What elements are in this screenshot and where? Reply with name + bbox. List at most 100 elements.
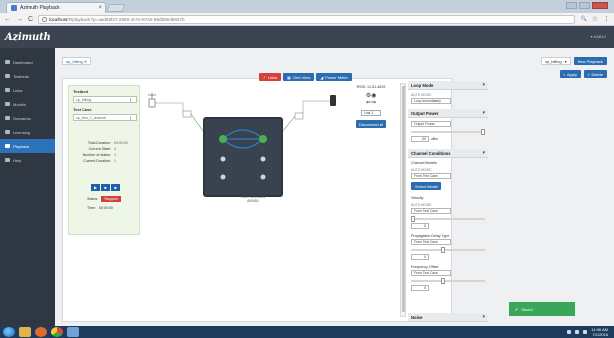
output-power-input[interactable]: -20 — [411, 136, 429, 142]
channel-models-sublabel: AUTO MODE — [411, 168, 432, 172]
select-model-button[interactable]: Select Model — [411, 182, 441, 190]
playback-buttons: ▶ ■ ■ — [91, 184, 120, 191]
chassis-label: RMC 123-4556 ANSB1 — [240, 195, 266, 203]
play-button[interactable]: ▶ — [91, 184, 100, 191]
velocity-slider[interactable] — [411, 216, 485, 222]
meter-icon: ◢ — [320, 74, 324, 80]
noise-section: Noise ▾ — [408, 313, 488, 322]
port-icon[interactable] — [294, 112, 304, 120]
testbed-select[interactable]: cp_billing — [73, 96, 137, 103]
chevron-down-icon — [130, 116, 135, 120]
time-label: Time: — [87, 206, 96, 210]
delay-slider[interactable] — [411, 247, 485, 253]
disconnect-button[interactable]: Disconnect ⇄ — [356, 120, 386, 128]
output-power-slider[interactable] — [411, 129, 485, 135]
favicon-icon — [11, 5, 17, 11]
tray-network-icon[interactable] — [575, 330, 580, 334]
user-menu[interactable]: ▾ AAB12 — [591, 34, 606, 39]
velocity-input[interactable]: 0 — [411, 223, 429, 229]
azimuth-logo: Azimuth — [5, 31, 51, 43]
explorer-icon[interactable] — [19, 327, 31, 337]
stat-total-duration: Total Duration: 00:00:00 — [87, 141, 128, 145]
link-select[interactable]: Link 1 — [361, 110, 381, 116]
apply-button[interactable]: ▪ Apply — [559, 70, 582, 78]
browser-tab[interactable]: Azimuth Playback × — [6, 2, 106, 13]
start-button[interactable] — [3, 327, 15, 337]
bookmark-star-icon[interactable]: ☆ — [592, 16, 598, 23]
output-power-header[interactable]: Output Power ▾ — [408, 109, 488, 118]
freq-offset-select[interactable]: From Test Case — [411, 270, 451, 276]
new-tab-button[interactable] — [106, 4, 126, 12]
velocity-select[interactable]: From Test Case — [411, 208, 451, 214]
port-icon[interactable] — [182, 110, 192, 118]
sidebar-item-scenarios[interactable]: Scenarios — [0, 111, 55, 125]
zoom-icon[interactable]: 🔍 — [580, 16, 586, 22]
noise-header[interactable]: Noise ▾ — [408, 313, 488, 322]
unit-label: dBm — [431, 137, 438, 141]
settings-column: Loop Mode ▾ AUTO MODE Loop Immediately Ou… — [408, 81, 488, 322]
slider-knob[interactable] — [441, 247, 445, 253]
velocity-sublabel: AUTO MODE — [411, 203, 432, 207]
testcase-select[interactable]: cp_test_2_channel — [73, 114, 137, 121]
delay-input[interactable]: 0 — [411, 254, 429, 260]
address-bar[interactable]: localhost/#/playback?p=aad65f47-2560-4c7… — [38, 14, 576, 24]
app-header: Azimuth ▾ AAB12 — [0, 26, 614, 48]
sidebar-item-licensing[interactable]: Licensing — [0, 125, 55, 139]
pause-button[interactable]: ■ — [101, 184, 110, 191]
freq-offset-input[interactable]: 0 — [411, 285, 429, 291]
delete-button[interactable]: ▪ Delete — [584, 70, 607, 78]
trash-icon: ▪ — [588, 71, 590, 77]
sidebar-item-models[interactable]: Models — [0, 97, 55, 111]
client-device-icon[interactable] — [330, 95, 336, 106]
media-player-icon[interactable] — [35, 327, 47, 337]
maximize-button[interactable] — [579, 2, 590, 9]
slider-knob[interactable] — [481, 129, 485, 135]
sidebar-item-help[interactable]: Help — [0, 153, 55, 167]
output-power-select[interactable]: Output Power — [411, 121, 451, 127]
power-meter-button[interactable]: ◢ Power Meter — [316, 73, 352, 81]
info-icon[interactable] — [42, 16, 48, 22]
playback-controls: Testbed cp_billing Test Case cp_test_2_c… — [68, 85, 140, 235]
freq-offset-slider[interactable] — [411, 278, 485, 284]
sidebar-item-dashboard[interactable]: Dashboard — [0, 55, 55, 69]
grid-icon: ▦ — [287, 74, 291, 80]
loop-mode-header[interactable]: Loop Mode ▾ — [408, 81, 488, 90]
tab-close-icon[interactable]: × — [98, 5, 102, 11]
delay-type-select[interactable]: From Test Case — [411, 239, 451, 245]
loop-mode-select[interactable]: Loop Immediately — [411, 98, 451, 104]
emulator-chassis[interactable] — [203, 117, 283, 197]
sidebar-item-testbeds[interactable]: Testbeds — [0, 69, 55, 83]
sidebar-item-links[interactable]: Links — [0, 83, 55, 97]
sidebar-item-playback[interactable]: Playback — [0, 139, 55, 153]
new-playback-button[interactable]: New Playback — [573, 57, 607, 65]
close-window-button[interactable] — [592, 2, 608, 9]
forward-button[interactable]: → — [16, 16, 23, 23]
channel-models-select[interactable]: From Test Case — [411, 173, 451, 179]
channel-conditions-header[interactable]: Channel Conditions ▾ — [408, 149, 488, 158]
save-icon: ▪ — [563, 71, 565, 77]
grid-view-button[interactable]: ▦ Grid View — [283, 73, 315, 81]
tray-volume-icon[interactable] — [583, 330, 588, 334]
playback-panel: ⚡ Links ▦ Grid View ◢ Power Meter Testbed c… — [62, 73, 488, 322]
slider-knob[interactable] — [441, 278, 445, 284]
scrollbar-thumb[interactable] — [402, 86, 405, 312]
reload-button[interactable]: C — [28, 16, 33, 23]
tray-flag-icon[interactable] — [567, 330, 572, 334]
slider-knob[interactable] — [411, 216, 415, 222]
browser-menu-icon[interactable]: ⋮ — [603, 16, 610, 23]
playback-doc-tab[interactable]: cp_billing ✕ — [62, 57, 92, 65]
app-icon[interactable] — [67, 327, 79, 337]
clock[interactable]: 11:06 AM 7/1/2016 — [591, 327, 608, 337]
panel-scrollbar[interactable] — [400, 83, 406, 317]
stop-button[interactable]: ■ — [111, 184, 120, 191]
playback-picker[interactable]: cp_billing ▾ — [540, 57, 571, 65]
help-icon — [5, 158, 10, 162]
apply-delete-actions: ▪ Apply ▪ Delete — [559, 70, 607, 78]
links-button[interactable]: ⚡ Links — [259, 73, 282, 81]
back-button[interactable]: ← — [4, 16, 11, 23]
chrome-icon[interactable] — [51, 327, 63, 337]
minimize-button[interactable] — [566, 2, 577, 9]
chevron-down-icon: ▾ — [482, 150, 485, 156]
loop-mode-sublabel: AUTO MODE — [411, 93, 432, 97]
access-point-icon[interactable] — [148, 93, 156, 108]
